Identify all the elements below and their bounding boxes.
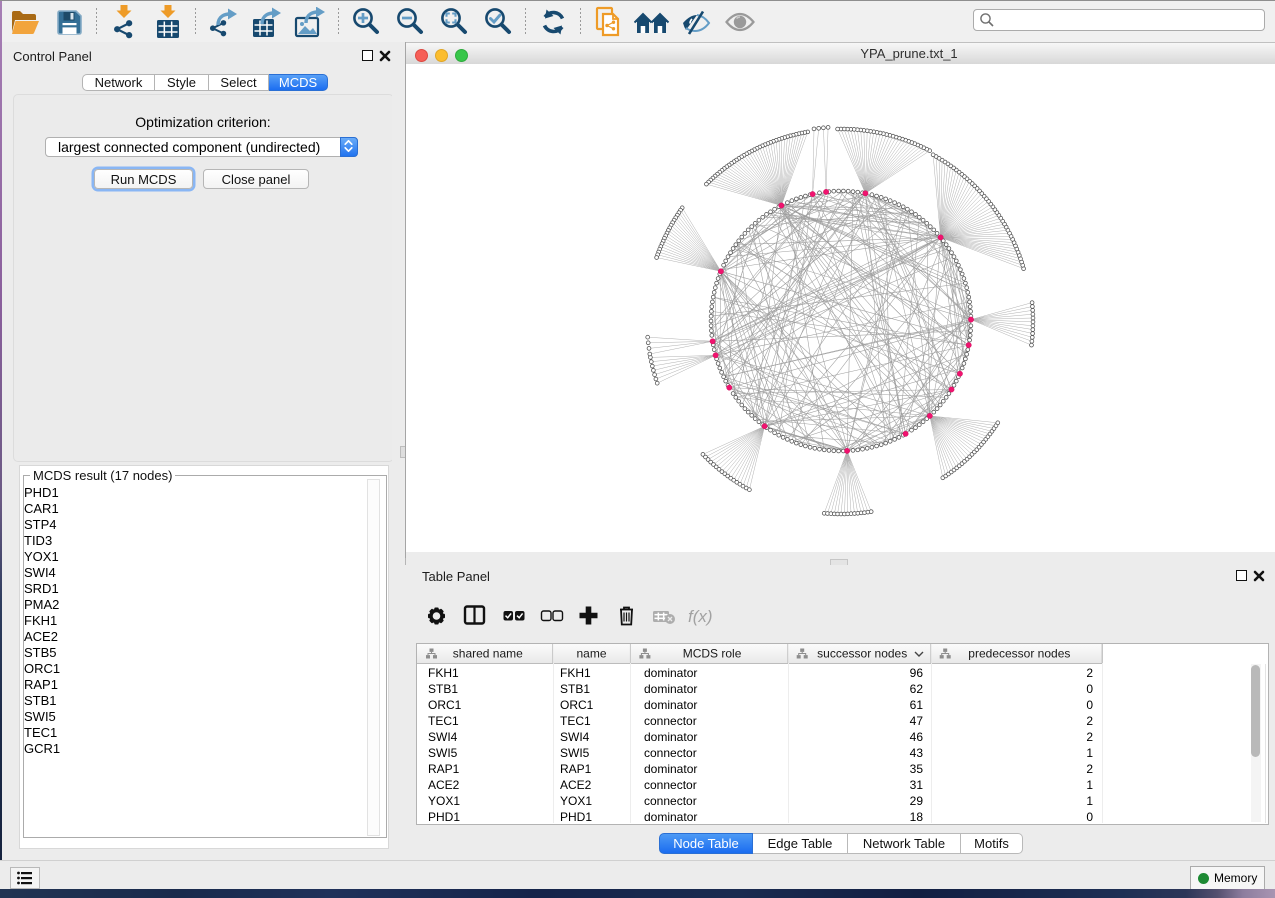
svg-text:predecessor nodes: predecessor nodes [968, 647, 1070, 661]
svg-text:shared name: shared name [453, 647, 523, 661]
svg-text:f(x): f(x) [688, 607, 713, 626]
svg-text:successor nodes: successor nodes [817, 647, 907, 661]
svg-text:MCDS role: MCDS role [683, 647, 742, 661]
svg-text:name: name [576, 647, 606, 661]
